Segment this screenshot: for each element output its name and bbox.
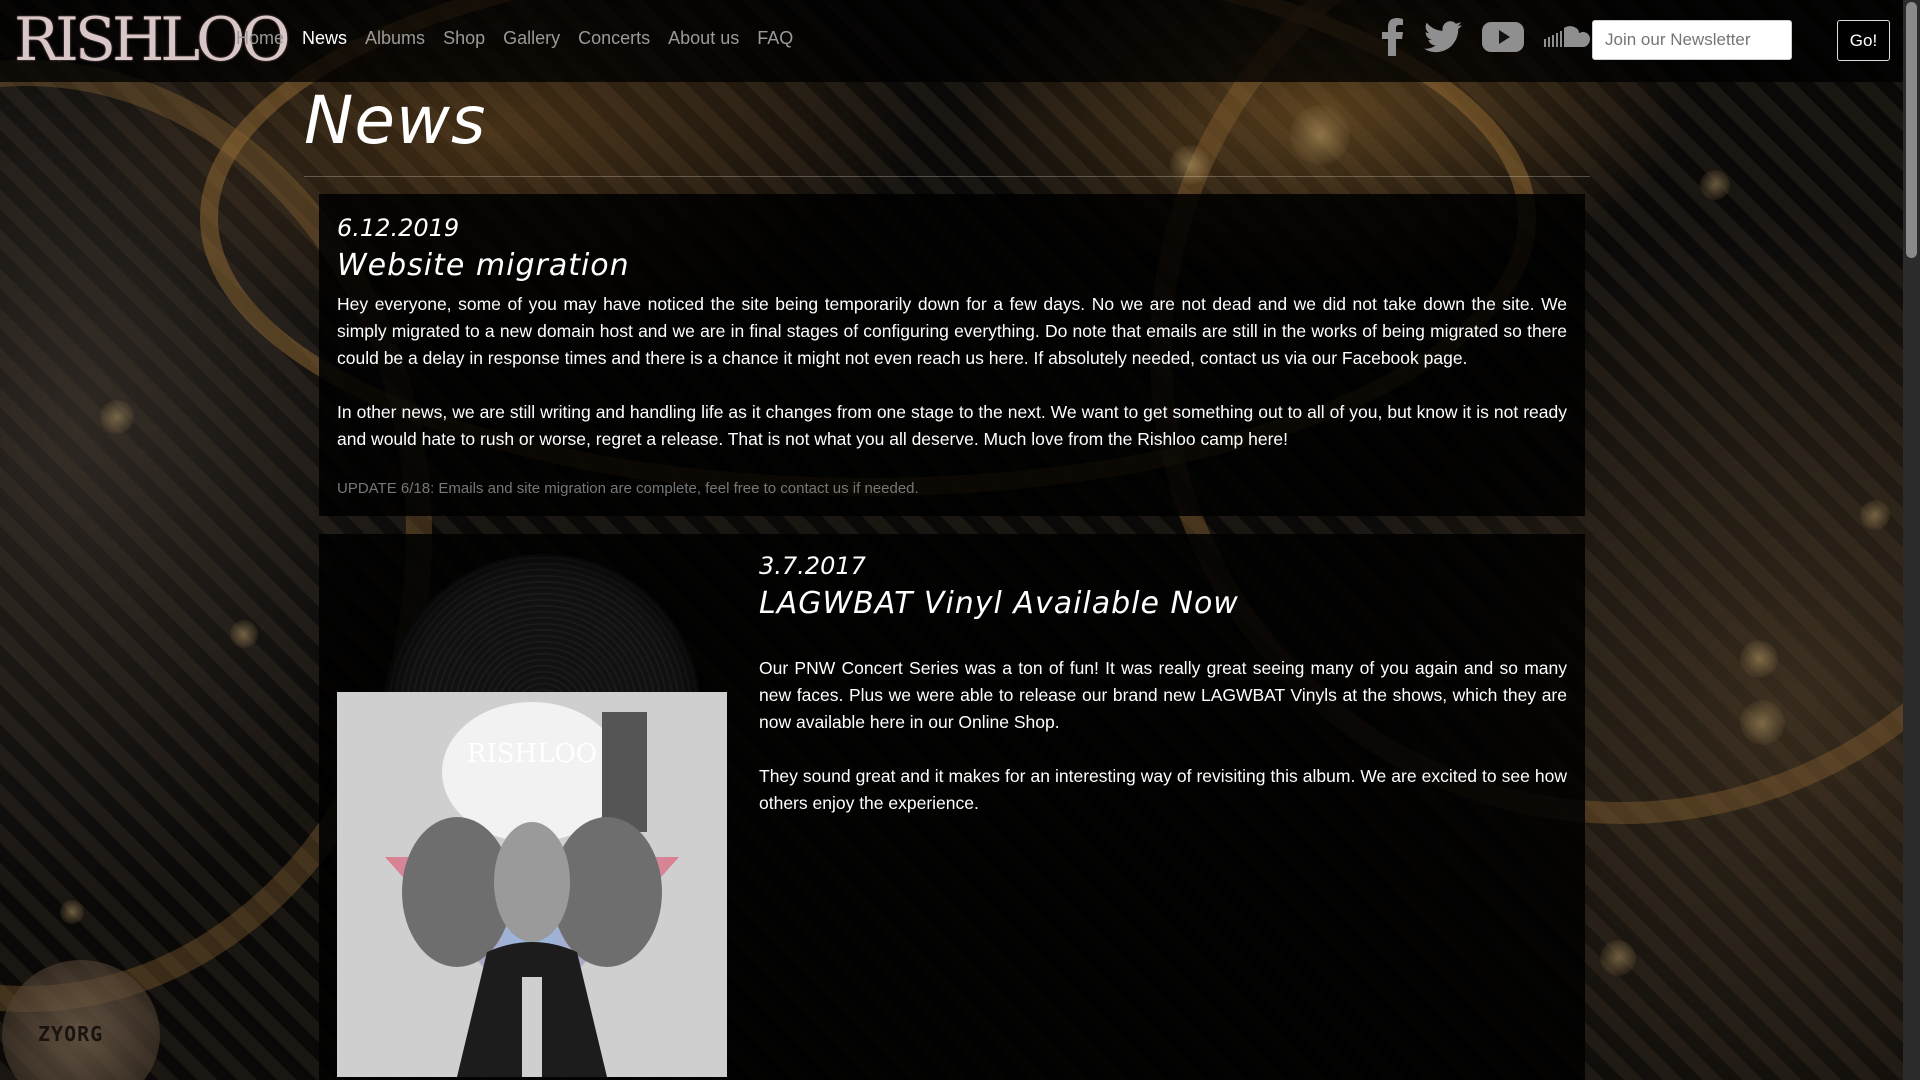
background-orb [230,620,258,648]
post-date: 6.12.2019 [337,214,460,242]
background-orb [1600,940,1636,976]
nav-concerts[interactable]: Concerts [578,28,650,49]
newsletter-go-button[interactable]: Go! [1837,20,1890,61]
news-post: 6.12.2019 Website migration Hey everyone… [319,194,1585,516]
nav-about-us[interactable]: About us [668,28,739,49]
zyorg-badge-label: ZYORG [38,1022,104,1046]
nav-gallery[interactable]: Gallery [503,28,560,49]
main-nav: Home News Albums Shop Gallery Concerts A… [236,28,793,49]
post-paragraph: In other news, we are still writing and … [337,402,1567,449]
background-orb [1170,145,1210,185]
newsletter-email-input[interactable] [1592,20,1792,60]
album-cover-artwork: RISHLOO [337,692,727,1077]
post-paragraph: Our PNW Concert Series was a ton of fun!… [759,658,1567,732]
social-links [1382,18,1590,56]
twitter-icon[interactable] [1424,21,1462,53]
page-background: RISHLOO Home News Albums Shop Gallery Co… [0,0,1920,1080]
post-title: Website migration [337,248,630,283]
nav-shop[interactable]: Shop [443,28,485,49]
post-text-column: 3.7.2017 LAGWBAT Vinyl Available Now Our… [759,552,1567,844]
post-date: 3.7.2017 [759,552,866,580]
nav-albums[interactable]: Albums [365,28,425,49]
page-scrollbar[interactable] [1903,0,1920,1080]
background-orb [60,900,84,924]
album-art: RISHLOO [337,554,727,1077]
scrollbar-thumb[interactable] [1906,2,1917,258]
navbar: RISHLOO Home News Albums Shop Gallery Co… [0,0,1903,82]
news-post: RISHLOO 3.7.2017 LAGWBAT Vinyl Available… [319,534,1585,1080]
background-orb [1700,170,1730,200]
background-orb [1740,700,1785,745]
soundcloud-icon[interactable] [1544,25,1590,49]
post-paragraph: Hey everyone, some of you may have notic… [337,294,1567,368]
nav-news[interactable]: News [302,28,347,49]
background-orb [1290,105,1350,165]
post-paragraph: They sound great and it makes for an int… [759,766,1567,813]
background-orb [100,400,134,434]
post-title: LAGWBAT Vinyl Available Now [759,586,1239,621]
nav-faq[interactable]: FAQ [757,28,793,49]
page-title: News [304,82,487,159]
title-divider [304,176,1590,177]
album-cover-image[interactable]: RISHLOO [337,692,727,1077]
post-update-note: UPDATE 6/18: Emails and site migration a… [337,480,919,497]
background-orb [1860,500,1890,530]
nav-home[interactable]: Home [236,28,284,49]
youtube-icon[interactable] [1482,21,1524,53]
facebook-icon[interactable] [1382,18,1404,56]
album-cover-logo: RISHLOO [467,739,597,769]
background-orb [1740,640,1778,678]
